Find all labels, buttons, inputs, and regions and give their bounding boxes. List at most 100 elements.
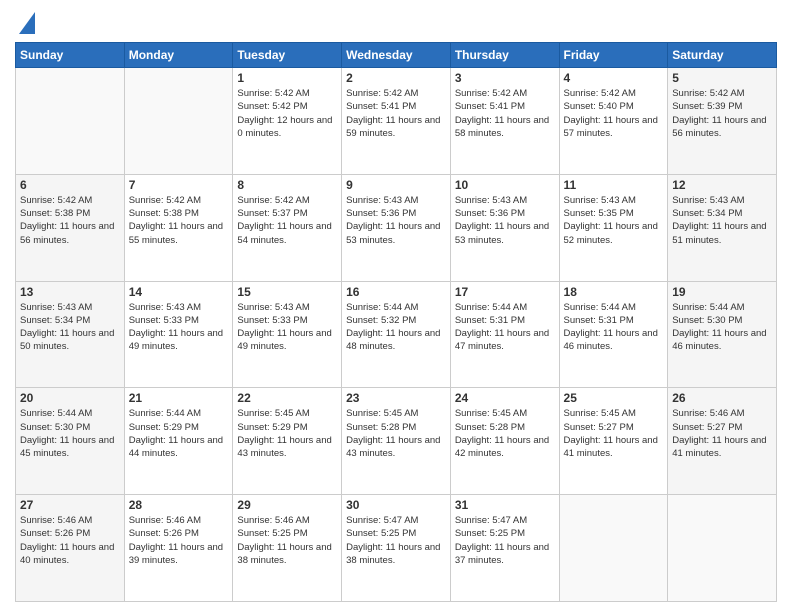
- sunset: Sunset: 5:27 PM: [672, 422, 742, 433]
- sunrise: Sunrise: 5:43 AM: [129, 302, 201, 313]
- day-info: Sunrise: 5:43 AM Sunset: 5:33 PM Dayligh…: [237, 301, 337, 354]
- daylight: Daylight: 11 hours and 39 minutes.: [129, 542, 223, 566]
- day-info: Sunrise: 5:42 AM Sunset: 5:41 PM Dayligh…: [455, 87, 555, 140]
- day-number: 12: [672, 178, 772, 192]
- sunrise: Sunrise: 5:44 AM: [20, 408, 92, 419]
- daylight: Daylight: 11 hours and 59 minutes.: [346, 115, 440, 139]
- day-number: 5: [672, 71, 772, 85]
- sunrise: Sunrise: 5:44 AM: [346, 302, 418, 313]
- calendar-cell: 11 Sunrise: 5:43 AM Sunset: 5:35 PM Dayl…: [559, 174, 668, 281]
- sunrise: Sunrise: 5:42 AM: [237, 195, 309, 206]
- sunset: Sunset: 5:29 PM: [237, 422, 307, 433]
- sunset: Sunset: 5:30 PM: [20, 422, 90, 433]
- sunset: Sunset: 5:36 PM: [346, 208, 416, 219]
- calendar-cell: 22 Sunrise: 5:45 AM Sunset: 5:29 PM Dayl…: [233, 388, 342, 495]
- calendar-cell: [124, 68, 233, 175]
- day-info: Sunrise: 5:47 AM Sunset: 5:25 PM Dayligh…: [455, 514, 555, 567]
- day-number: 14: [129, 285, 229, 299]
- day-info: Sunrise: 5:44 AM Sunset: 5:30 PM Dayligh…: [20, 407, 120, 460]
- calendar-header-monday: Monday: [124, 43, 233, 68]
- sunrise: Sunrise: 5:44 AM: [564, 302, 636, 313]
- daylight: Daylight: 11 hours and 47 minutes.: [455, 328, 549, 352]
- sunset: Sunset: 5:28 PM: [455, 422, 525, 433]
- header: [15, 10, 777, 34]
- calendar-header-saturday: Saturday: [668, 43, 777, 68]
- calendar-cell: 21 Sunrise: 5:44 AM Sunset: 5:29 PM Dayl…: [124, 388, 233, 495]
- sunrise: Sunrise: 5:42 AM: [672, 88, 744, 99]
- day-number: 2: [346, 71, 446, 85]
- daylight: Daylight: 11 hours and 38 minutes.: [237, 542, 331, 566]
- daylight: Daylight: 11 hours and 55 minutes.: [129, 221, 223, 245]
- sunrise: Sunrise: 5:47 AM: [346, 515, 418, 526]
- day-number: 24: [455, 391, 555, 405]
- day-info: Sunrise: 5:42 AM Sunset: 5:40 PM Dayligh…: [564, 87, 664, 140]
- day-info: Sunrise: 5:45 AM Sunset: 5:28 PM Dayligh…: [346, 407, 446, 460]
- calendar-week-row: 1 Sunrise: 5:42 AM Sunset: 5:42 PM Dayli…: [16, 68, 777, 175]
- day-info: Sunrise: 5:43 AM Sunset: 5:35 PM Dayligh…: [564, 194, 664, 247]
- calendar-cell: 28 Sunrise: 5:46 AM Sunset: 5:26 PM Dayl…: [124, 495, 233, 602]
- sunset: Sunset: 5:31 PM: [564, 315, 634, 326]
- daylight: Daylight: 11 hours and 44 minutes.: [129, 435, 223, 459]
- day-info: Sunrise: 5:44 AM Sunset: 5:31 PM Dayligh…: [564, 301, 664, 354]
- daylight: Daylight: 11 hours and 41 minutes.: [672, 435, 766, 459]
- calendar-header-row: SundayMondayTuesdayWednesdayThursdayFrid…: [16, 43, 777, 68]
- sunset: Sunset: 5:34 PM: [20, 315, 90, 326]
- calendar-cell: [559, 495, 668, 602]
- calendar-cell: [16, 68, 125, 175]
- daylight: Daylight: 11 hours and 54 minutes.: [237, 221, 331, 245]
- day-number: 23: [346, 391, 446, 405]
- day-number: 19: [672, 285, 772, 299]
- day-number: 28: [129, 498, 229, 512]
- sunrise: Sunrise: 5:46 AM: [237, 515, 309, 526]
- day-info: Sunrise: 5:47 AM Sunset: 5:25 PM Dayligh…: [346, 514, 446, 567]
- daylight: Daylight: 11 hours and 49 minutes.: [129, 328, 223, 352]
- calendar-header-thursday: Thursday: [450, 43, 559, 68]
- day-info: Sunrise: 5:42 AM Sunset: 5:38 PM Dayligh…: [129, 194, 229, 247]
- calendar-week-row: 20 Sunrise: 5:44 AM Sunset: 5:30 PM Dayl…: [16, 388, 777, 495]
- sunset: Sunset: 5:39 PM: [672, 101, 742, 112]
- daylight: Daylight: 11 hours and 43 minutes.: [346, 435, 440, 459]
- calendar-cell: 8 Sunrise: 5:42 AM Sunset: 5:37 PM Dayli…: [233, 174, 342, 281]
- sunrise: Sunrise: 5:43 AM: [346, 195, 418, 206]
- day-number: 10: [455, 178, 555, 192]
- calendar-week-row: 13 Sunrise: 5:43 AM Sunset: 5:34 PM Dayl…: [16, 281, 777, 388]
- calendar-cell: 1 Sunrise: 5:42 AM Sunset: 5:42 PM Dayli…: [233, 68, 342, 175]
- calendar-header-friday: Friday: [559, 43, 668, 68]
- sunset: Sunset: 5:26 PM: [129, 528, 199, 539]
- sunrise: Sunrise: 5:44 AM: [672, 302, 744, 313]
- day-info: Sunrise: 5:43 AM Sunset: 5:34 PM Dayligh…: [672, 194, 772, 247]
- day-number: 1: [237, 71, 337, 85]
- daylight: Daylight: 11 hours and 58 minutes.: [455, 115, 549, 139]
- calendar-cell: 26 Sunrise: 5:46 AM Sunset: 5:27 PM Dayl…: [668, 388, 777, 495]
- sunset: Sunset: 5:36 PM: [455, 208, 525, 219]
- daylight: Daylight: 12 hours and 0 minutes.: [237, 115, 332, 139]
- sunset: Sunset: 5:29 PM: [129, 422, 199, 433]
- day-number: 15: [237, 285, 337, 299]
- calendar-cell: 15 Sunrise: 5:43 AM Sunset: 5:33 PM Dayl…: [233, 281, 342, 388]
- day-info: Sunrise: 5:43 AM Sunset: 5:33 PM Dayligh…: [129, 301, 229, 354]
- day-info: Sunrise: 5:42 AM Sunset: 5:38 PM Dayligh…: [20, 194, 120, 247]
- daylight: Daylight: 11 hours and 49 minutes.: [237, 328, 331, 352]
- sunset: Sunset: 5:38 PM: [129, 208, 199, 219]
- sunset: Sunset: 5:25 PM: [237, 528, 307, 539]
- day-info: Sunrise: 5:45 AM Sunset: 5:28 PM Dayligh…: [455, 407, 555, 460]
- day-number: 13: [20, 285, 120, 299]
- daylight: Daylight: 11 hours and 41 minutes.: [564, 435, 658, 459]
- sunrise: Sunrise: 5:42 AM: [455, 88, 527, 99]
- sunrise: Sunrise: 5:47 AM: [455, 515, 527, 526]
- calendar-week-row: 6 Sunrise: 5:42 AM Sunset: 5:38 PM Dayli…: [16, 174, 777, 281]
- day-number: 4: [564, 71, 664, 85]
- calendar-cell: 9 Sunrise: 5:43 AM Sunset: 5:36 PM Dayli…: [342, 174, 451, 281]
- sunrise: Sunrise: 5:43 AM: [672, 195, 744, 206]
- sunrise: Sunrise: 5:42 AM: [564, 88, 636, 99]
- calendar-cell: 10 Sunrise: 5:43 AM Sunset: 5:36 PM Dayl…: [450, 174, 559, 281]
- calendar-cell: 4 Sunrise: 5:42 AM Sunset: 5:40 PM Dayli…: [559, 68, 668, 175]
- day-info: Sunrise: 5:43 AM Sunset: 5:36 PM Dayligh…: [455, 194, 555, 247]
- day-info: Sunrise: 5:46 AM Sunset: 5:26 PM Dayligh…: [20, 514, 120, 567]
- sunrise: Sunrise: 5:46 AM: [20, 515, 92, 526]
- daylight: Daylight: 11 hours and 50 minutes.: [20, 328, 114, 352]
- day-number: 16: [346, 285, 446, 299]
- sunrise: Sunrise: 5:45 AM: [237, 408, 309, 419]
- daylight: Daylight: 11 hours and 56 minutes.: [672, 115, 766, 139]
- sunrise: Sunrise: 5:43 AM: [455, 195, 527, 206]
